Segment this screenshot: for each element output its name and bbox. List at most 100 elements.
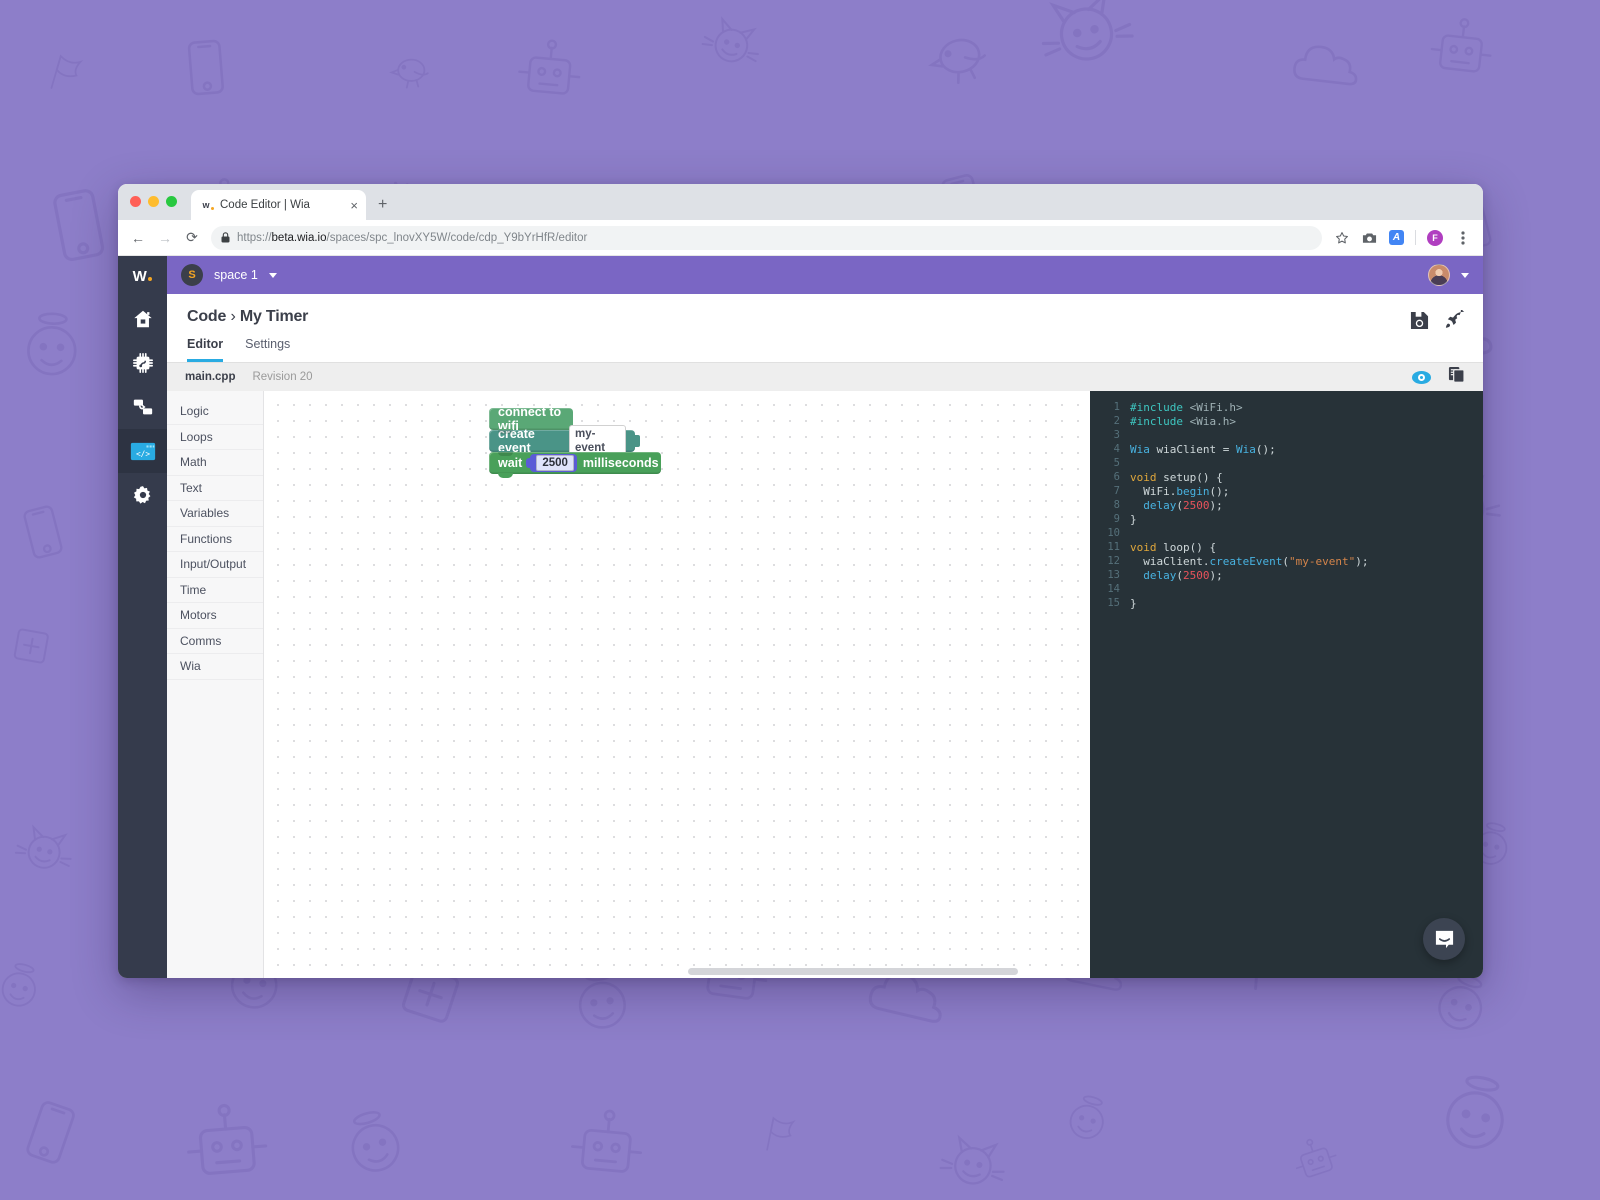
workspace-horizontal-scrollbar[interactable]	[264, 968, 1090, 975]
toolbox-category-input-output[interactable]: Input/Output	[167, 552, 263, 578]
copy-icon[interactable]	[1448, 366, 1465, 388]
toolbox-category-functions[interactable]: Functions	[167, 527, 263, 553]
toolbox-category-comms[interactable]: Comms	[167, 629, 263, 655]
url-domain: beta.wia.io	[272, 232, 327, 244]
code-lines: 1#include <WiFi.h>2#include <Wia.h>34Wia…	[1090, 400, 1483, 610]
eye-pupil	[1418, 374, 1425, 381]
code-line-number: 10	[1090, 527, 1120, 539]
code-line-number: 5	[1090, 457, 1120, 469]
reload-icon[interactable]: ⟳	[184, 229, 200, 246]
profile-avatar[interactable]: F	[1427, 230, 1443, 246]
space-name: space 1	[214, 268, 258, 282]
wallpaper-doodle	[26, 1101, 75, 1164]
code-token: }	[1130, 597, 1137, 610]
eye-icon[interactable]	[1412, 371, 1431, 384]
toolbox-category-motors[interactable]: Motors	[167, 603, 263, 629]
camera-icon[interactable]	[1361, 229, 1378, 246]
zoom-window-button[interactable]	[166, 196, 177, 207]
block-wait-unit-label: milliseconds	[583, 456, 659, 470]
rail-item-home[interactable]	[118, 297, 167, 341]
window-controls[interactable]	[130, 196, 177, 207]
file-name[interactable]: main.cpp	[185, 371, 235, 383]
rail-item-code[interactable]: </>	[118, 429, 167, 473]
wallpaper-doodle	[1293, 44, 1359, 84]
url-path: /spaces/spc_lnovXY5W/code/cdp_Y9bYrHfR/e…	[327, 232, 588, 244]
user-menu-chevron-down-icon[interactable]	[1461, 273, 1469, 278]
url-scheme: https://	[237, 232, 272, 244]
wallpaper-doodle	[928, 35, 989, 87]
code-line-content: delay(2500);	[1130, 499, 1223, 512]
block-wait-milliseconds[interactable]: wait 2500 milliseconds	[489, 452, 661, 474]
browser-tab[interactable]: w Code Editor | Wia ×	[191, 190, 366, 220]
wallpaper-doodle	[14, 629, 48, 663]
code-token: <Wia.h>	[1190, 415, 1236, 428]
code-line-content: wiaClient.createEvent("my-event");	[1130, 555, 1368, 568]
save-icon[interactable]	[1410, 311, 1429, 330]
generated-code-pane[interactable]: 1#include <WiFi.h>2#include <Wia.h>34Wia…	[1090, 391, 1483, 978]
rail-item-flows[interactable]	[118, 385, 167, 429]
code-line: 8 delay(2500);	[1090, 498, 1483, 512]
code-token: delay	[1143, 499, 1176, 512]
close-window-button[interactable]	[130, 196, 141, 207]
code-line-content: }	[1130, 597, 1137, 610]
code-token	[1130, 555, 1143, 568]
chat-bubble-icon[interactable]	[1423, 918, 1465, 960]
code-token	[1150, 443, 1157, 456]
tab-editor[interactable]: Editor	[187, 337, 223, 362]
block-stack[interactable]: connect to wifi create event my-event	[489, 408, 661, 474]
wallpaper-doodle	[767, 1118, 793, 1154]
toolbar-divider	[1415, 230, 1416, 245]
address-bar[interactable]: https://beta.wia.io/spaces/spc_lnovXY5W/…	[211, 226, 1322, 250]
code-line-content: #include <Wia.h>	[1130, 415, 1236, 428]
page-title: My Timer	[240, 308, 308, 325]
code-token: (	[1176, 499, 1183, 512]
breadcrumb-root[interactable]: Code	[187, 308, 226, 325]
space-header: S space 1	[167, 256, 1483, 294]
extension-icon[interactable]: A	[1389, 230, 1404, 245]
app-main-column: S space 1 Code › My Timer Editor Setting…	[167, 256, 1483, 978]
block-output-plug	[631, 435, 640, 447]
block-create-event[interactable]: create event my-event	[489, 430, 635, 452]
wait-duration-field[interactable]: 2500	[536, 455, 574, 471]
star-icon[interactable]	[1333, 229, 1350, 246]
toolbox-category-math[interactable]: Math	[167, 450, 263, 476]
minimize-window-button[interactable]	[148, 196, 159, 207]
space-avatar: S	[181, 264, 203, 286]
code-token: ();	[1210, 485, 1230, 498]
code-token: void	[1130, 471, 1163, 484]
rail-item-devices[interactable]	[118, 341, 167, 385]
code-token: 2500	[1183, 569, 1210, 582]
wait-value-slot[interactable]: 2500	[530, 454, 577, 472]
avatar[interactable]	[1428, 264, 1450, 286]
code-token: Wia	[1130, 443, 1150, 456]
toolbox-category-time[interactable]: Time	[167, 578, 263, 604]
back-icon[interactable]: ←	[130, 230, 146, 246]
chevron-down-icon[interactable]	[269, 273, 277, 278]
new-tab-button[interactable]: +	[378, 197, 387, 213]
code-line-number: 9	[1090, 513, 1120, 525]
code-token: );	[1210, 569, 1223, 582]
toolbox-category-logic[interactable]: Logic	[167, 399, 263, 425]
wallpaper-doodle	[14, 825, 76, 874]
block-wait-label: wait	[498, 456, 522, 470]
deploy-rocket-icon[interactable]	[1445, 310, 1465, 330]
code-token: () {	[1196, 471, 1223, 484]
close-tab-icon[interactable]: ×	[350, 199, 358, 212]
toolbox-category-variables[interactable]: Variables	[167, 501, 263, 527]
rail-item-settings[interactable]	[118, 473, 167, 517]
toolbox-category-wia[interactable]: Wia	[167, 654, 263, 680]
wallpaper-doodle	[54, 189, 104, 260]
blockly-workspace[interactable]: connect to wifi create event my-event	[264, 391, 1090, 978]
svg-text:</>: </>	[135, 449, 149, 458]
toolbox-category-text[interactable]: Text	[167, 476, 263, 502]
tab-settings[interactable]: Settings	[245, 337, 290, 362]
scrollbar-thumb[interactable]	[688, 968, 1018, 975]
code-token: createEvent	[1209, 555, 1282, 568]
code-token	[1130, 499, 1143, 512]
wia-logo[interactable]: W	[118, 256, 167, 297]
code-line: 4Wia wiaClient = Wia();	[1090, 442, 1483, 456]
code-token: ();	[1256, 443, 1276, 456]
browser-menu-icon[interactable]	[1454, 229, 1471, 246]
toolbox-category-loops[interactable]: Loops	[167, 425, 263, 451]
code-line: 1#include <WiFi.h>	[1090, 400, 1483, 414]
